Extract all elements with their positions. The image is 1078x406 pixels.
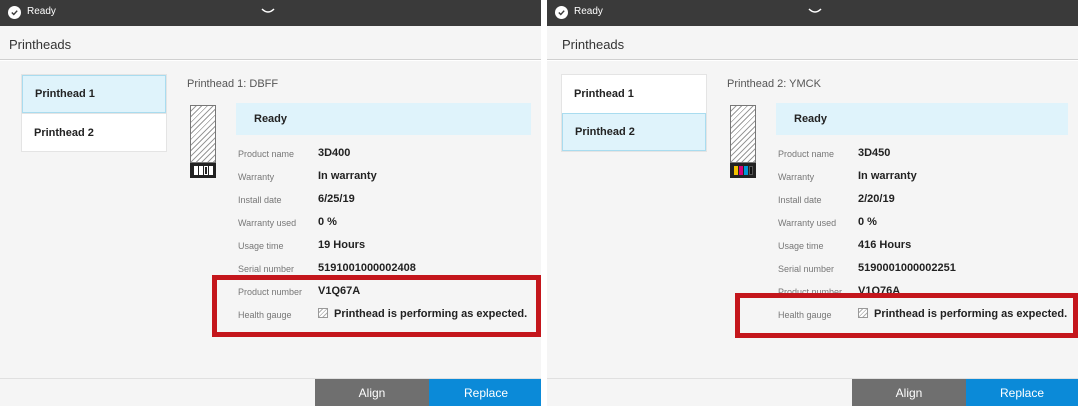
prop-value: 0 %	[858, 216, 877, 228]
prop-value: 0 %	[318, 216, 337, 228]
prop-label: Install date	[238, 195, 282, 205]
prop-row-install-date: Install date 2/20/19	[778, 189, 1073, 212]
prop-value: In warranty	[318, 170, 377, 182]
prop-value: 416 Hours	[858, 239, 912, 251]
printhead-header: Printhead 2: YMCK	[727, 78, 821, 90]
printhead-body	[730, 105, 756, 163]
printhead-graphic	[730, 105, 756, 185]
prop-label: Usage time	[238, 241, 284, 251]
status-bar: Ready	[547, 0, 1078, 26]
prop-row-usage-time: Usage time 19 Hours	[238, 235, 538, 258]
action-bar: Align Replace	[0, 378, 541, 406]
prop-label: Usage time	[778, 241, 824, 251]
highlight-box	[212, 275, 541, 337]
align-button[interactable]: Align	[852, 379, 966, 406]
prop-value: 5190001000002251	[858, 262, 956, 274]
prop-label: Serial number	[238, 264, 295, 274]
prop-row-product-name: Product name 3D450	[778, 143, 1073, 166]
replace-button[interactable]: Replace	[429, 379, 541, 406]
page-title: Printheads	[9, 37, 72, 52]
action-bar: Align Replace	[547, 378, 1078, 406]
prop-row-product-name: Product name 3D400	[238, 143, 538, 166]
page-title: Printheads	[562, 37, 625, 52]
ink-slot	[203, 166, 208, 175]
prop-value: In warranty	[858, 170, 917, 182]
printhead-body	[190, 105, 216, 163]
printhead-ink-slots	[730, 163, 756, 178]
ink-slot-cyan	[743, 166, 748, 175]
printheads-screen-2: Ready Printheads Printhead 1 Printhead 2…	[547, 0, 1078, 406]
prop-value: 19 Hours	[318, 239, 366, 251]
printhead-list: Printhead 1 Printhead 2	[21, 74, 167, 152]
align-button[interactable]: Align	[315, 379, 429, 406]
ink-slot	[198, 166, 203, 175]
prop-value: 3D400	[318, 147, 351, 159]
checkmark-icon	[8, 6, 21, 19]
printhead-graphic	[190, 105, 216, 185]
chevron-down-icon[interactable]	[260, 7, 276, 17]
prop-label: Product name	[238, 149, 295, 159]
prop-label: Install date	[778, 195, 822, 205]
printheads-screen-1: Ready Printheads Printhead 1 Printhead 2…	[0, 0, 541, 406]
prop-row-warranty-used: Warranty used 0 %	[238, 212, 538, 235]
prop-row-serial-number: Serial number 5190001000002251	[778, 258, 1073, 281]
prop-value: 5191001000002408	[318, 262, 416, 274]
status-banner: Ready	[776, 103, 1068, 135]
printhead-ink-slots	[190, 163, 216, 178]
prop-value: 2/20/19	[858, 193, 895, 205]
highlight-box	[735, 293, 1078, 338]
printhead-header: Printhead 1: DBFF	[187, 78, 279, 90]
prop-value: 6/25/19	[318, 193, 355, 205]
ink-slot-black	[748, 166, 753, 175]
ink-slot-yellow	[733, 166, 738, 175]
ink-slot	[193, 166, 198, 175]
printhead-list: Printhead 1 Printhead 2	[561, 74, 707, 152]
prop-row-warranty: Warranty In warranty	[238, 166, 538, 189]
title-bar: Printheads	[0, 26, 541, 60]
checkmark-icon	[555, 6, 568, 19]
prop-row-warranty-used: Warranty used 0 %	[778, 212, 1073, 235]
ink-slot-magenta	[738, 166, 743, 175]
prop-label: Warranty	[778, 172, 815, 182]
prop-row-usage-time: Usage time 416 Hours	[778, 235, 1073, 258]
status-bar: Ready	[0, 0, 541, 26]
status-text: Ready	[27, 6, 56, 17]
prop-label: Warranty used	[238, 218, 297, 228]
printhead-1-item[interactable]: Printhead 1	[22, 75, 166, 113]
ink-slot	[208, 166, 213, 175]
printhead-1-item[interactable]: Printhead 1	[562, 75, 706, 113]
status-banner: Ready	[236, 103, 531, 135]
prop-row-install-date: Install date 6/25/19	[238, 189, 538, 212]
chevron-down-icon[interactable]	[807, 7, 823, 17]
prop-label: Warranty	[238, 172, 275, 182]
prop-label: Warranty used	[778, 218, 837, 228]
printhead-2-item[interactable]: Printhead 2	[562, 113, 706, 151]
prop-value: 3D450	[858, 147, 891, 159]
prop-label: Serial number	[778, 264, 835, 274]
prop-row-warranty: Warranty In warranty	[778, 166, 1073, 189]
printhead-2-item[interactable]: Printhead 2	[22, 113, 166, 151]
prop-label: Product name	[778, 149, 835, 159]
title-bar: Printheads	[547, 26, 1078, 60]
replace-button[interactable]: Replace	[966, 379, 1078, 406]
status-text: Ready	[574, 6, 603, 17]
